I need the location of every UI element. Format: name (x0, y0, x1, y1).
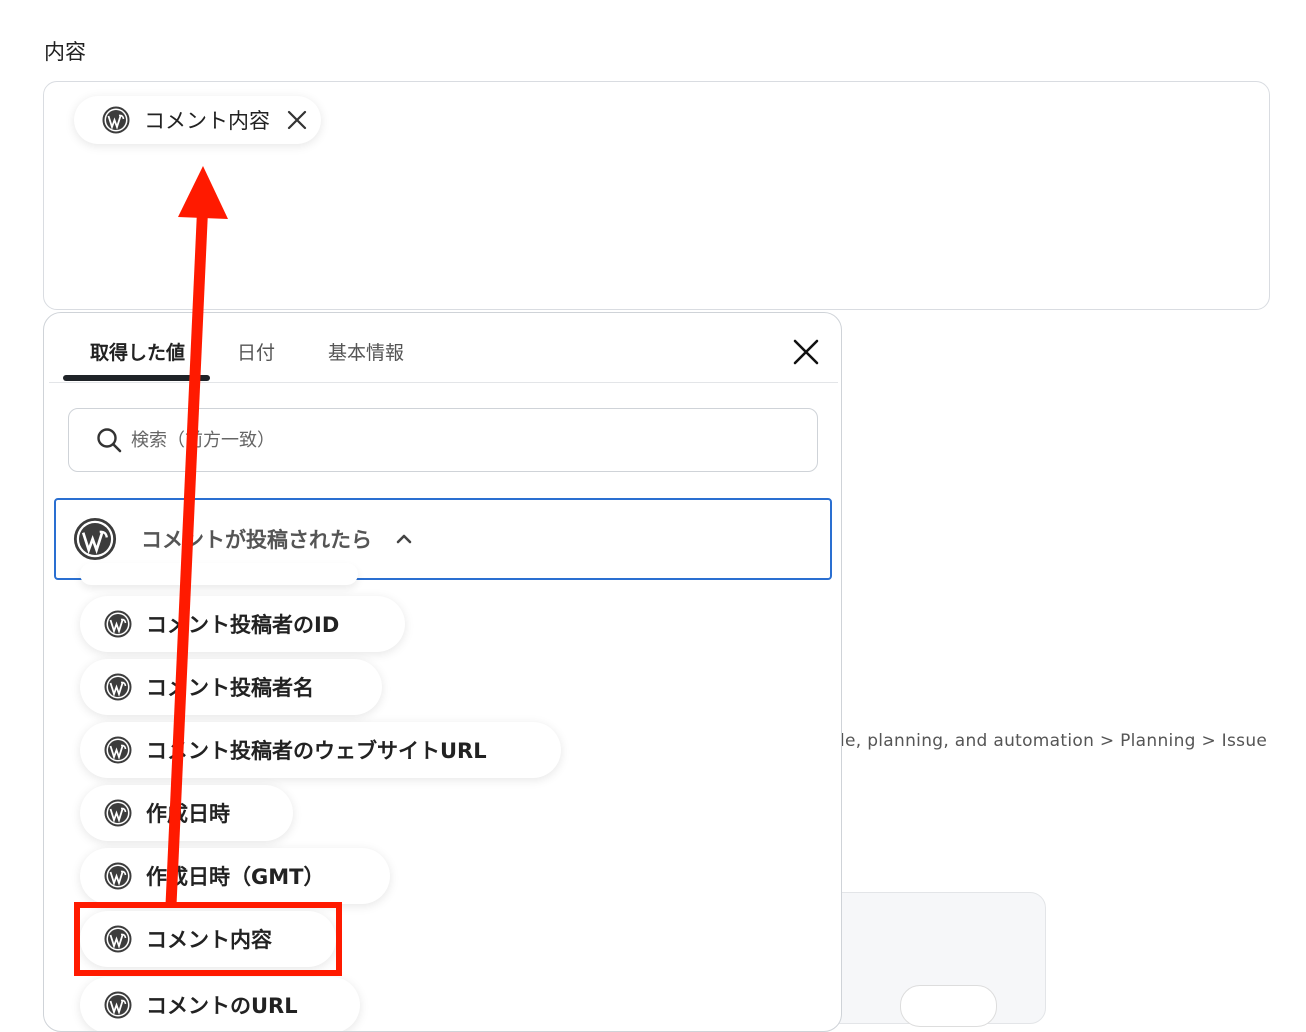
background-breadcrumb-text: le, planning, and automation > Planning … (840, 731, 1268, 751)
annotation-highlight-box (74, 902, 342, 976)
content-field-label: 内容 (44, 40, 86, 64)
wordpress-icon (104, 799, 132, 827)
search-input[interactable] (129, 428, 733, 452)
close-icon[interactable] (286, 109, 308, 131)
list-item-created-at-gmt[interactable]: 作成日時（GMT） (80, 848, 390, 904)
list-item-partial (80, 563, 358, 585)
wordpress-icon (104, 736, 132, 764)
wordpress-icon (104, 610, 132, 638)
list-item-created-at[interactable]: 作成日時 (80, 785, 293, 841)
tab-acquired-values[interactable]: 取得した値 (90, 338, 185, 365)
picker-tabs: 取得した値 日付 基本情報 (44, 313, 841, 383)
background-pill (900, 985, 997, 1027)
tab-basic-info[interactable]: 基本情報 (328, 338, 404, 365)
wordpress-icon (104, 991, 132, 1019)
list-item-label: 作成日時（GMT） (146, 865, 325, 889)
list-item-label: コメント投稿者のID (146, 613, 340, 637)
search-field[interactable] (68, 408, 818, 472)
tab-date[interactable]: 日付 (237, 338, 275, 365)
chevron-up-icon[interactable] (394, 529, 414, 549)
list-item-commenter-website[interactable]: コメント投稿者のウェブサイトURL (80, 722, 561, 778)
wordpress-icon (73, 517, 117, 561)
close-icon[interactable] (792, 338, 820, 366)
selected-variable-chip[interactable]: コメント内容 (74, 96, 321, 144)
list-item-label: コメント投稿者のウェブサイトURL (146, 739, 487, 763)
search-icon (95, 426, 123, 454)
tabs-divider (49, 382, 838, 383)
wordpress-icon (104, 862, 132, 890)
list-item-commenter-id[interactable]: コメント投稿者のID (80, 596, 405, 652)
list-item-commenter-name[interactable]: コメント投稿者名 (80, 659, 382, 715)
list-item-label: コメント投稿者名 (146, 676, 314, 700)
wordpress-icon (104, 673, 132, 701)
chip-label: コメント内容 (144, 109, 270, 133)
list-item-comment-url[interactable]: コメントのURL (80, 977, 360, 1031)
active-tab-indicator (63, 375, 210, 381)
list-item-label: 作成日時 (146, 802, 230, 826)
wordpress-icon (102, 106, 130, 134)
list-item-label: コメントのURL (146, 994, 298, 1018)
trigger-group-label: コメントが投稿されたら (141, 528, 372, 552)
